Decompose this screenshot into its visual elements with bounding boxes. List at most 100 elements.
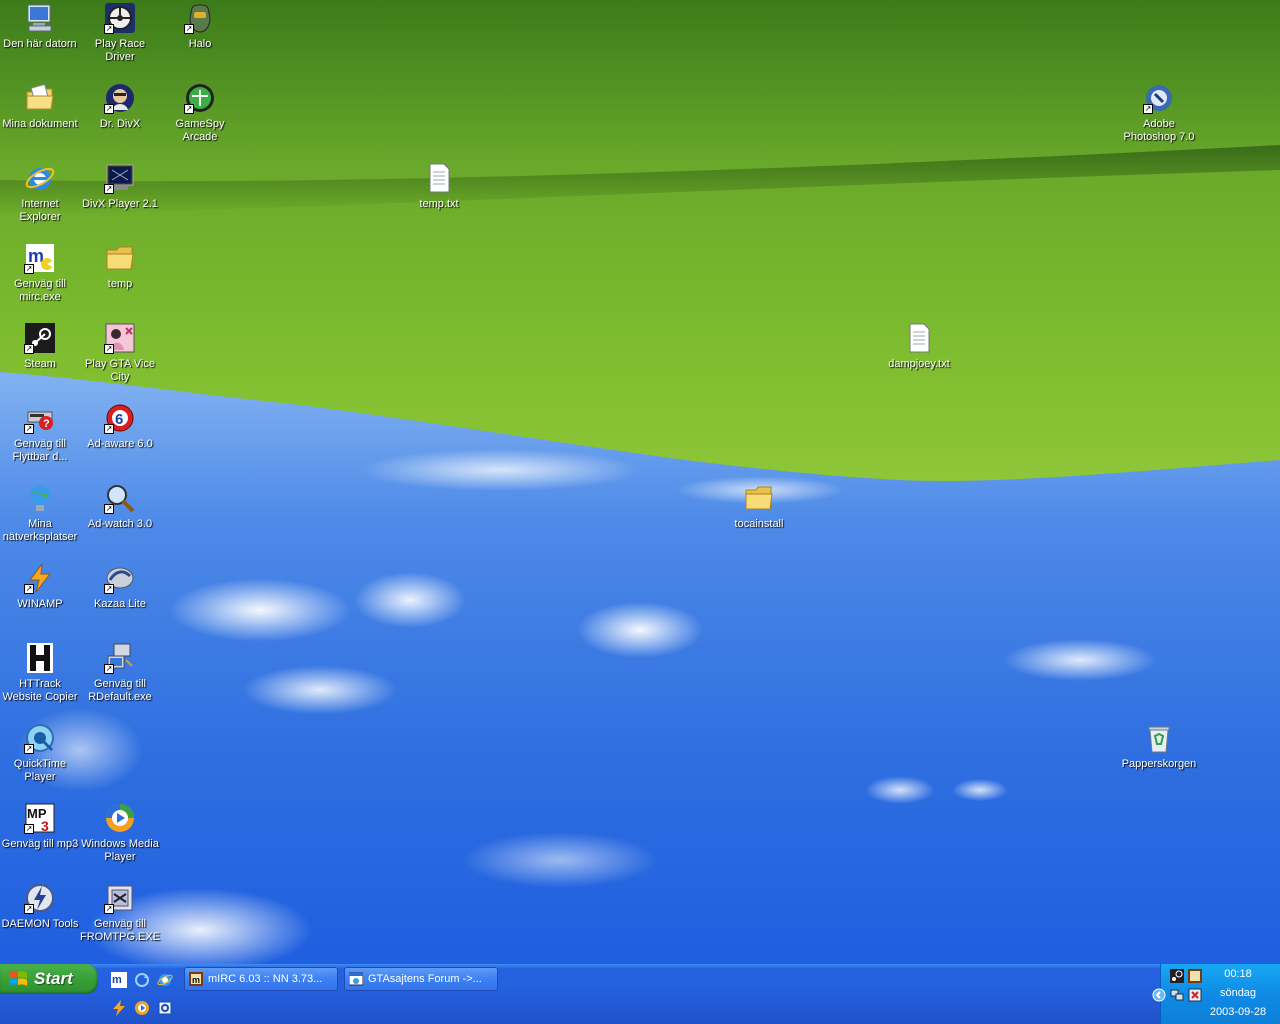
shortcut-arrow-icon: ↗ bbox=[104, 24, 114, 34]
daemon-tools-icon: ↗ bbox=[24, 882, 56, 914]
start-button[interactable]: Start bbox=[0, 964, 98, 994]
desktop-icon-label: Adobe Photoshop 7.0 bbox=[1123, 118, 1195, 143]
desktop-icon-label: dampjoey.txt bbox=[888, 358, 950, 370]
shortcut-arrow-icon: ↗ bbox=[104, 584, 114, 594]
divx-player-shortcut[interactable]: ↗ DivX Player 2.1 bbox=[80, 162, 160, 211]
quick-launch-refresh[interactable] bbox=[133, 971, 151, 989]
desktop-icon-label: DivX Player 2.1 bbox=[82, 198, 158, 210]
desktop-icon-label: QuickTime Player bbox=[13, 758, 67, 783]
svg-text:6: 6 bbox=[115, 411, 123, 428]
tocainstall-folder[interactable]: tocainstall bbox=[719, 482, 799, 531]
desktop-icon-label: Mina dokument bbox=[2, 118, 78, 130]
gamespy-shortcut[interactable]: ↗ GameSpy Arcade bbox=[160, 82, 240, 144]
shortcut-arrow-icon: ↗ bbox=[104, 904, 114, 914]
gta-vice-city-shortcut[interactable]: ↗ Play GTA Vice City bbox=[80, 322, 160, 384]
wallpaper-hill bbox=[0, 0, 1280, 481]
race-driver-shortcut[interactable]: ↗ Play Race Driver bbox=[80, 2, 160, 64]
desktop-icon-label: Genväg till FROMTPG.EXE bbox=[80, 918, 161, 943]
desktop-icon-label: Ad-aware 6.0 bbox=[87, 438, 153, 450]
start-label: Start bbox=[34, 969, 73, 988]
steam-shortcut[interactable]: ↗ Steam bbox=[0, 322, 80, 371]
quick-launch-mirc[interactable]: m bbox=[110, 971, 128, 989]
desktop-icon-label: Internet Explorer bbox=[19, 198, 61, 223]
text-file-icon bbox=[423, 162, 455, 194]
shortcut-arrow-icon: ↗ bbox=[24, 424, 34, 434]
shortcut-arrow-icon: ↗ bbox=[24, 584, 34, 594]
daemon-tools-shortcut[interactable]: ↗ DAEMON Tools bbox=[0, 882, 80, 931]
temp-txt-file[interactable]: temp.txt bbox=[399, 162, 479, 211]
shortcut-arrow-icon: ↗ bbox=[184, 104, 194, 114]
quick-launch-media-player[interactable] bbox=[133, 999, 151, 1017]
kazaa-icon: ↗ bbox=[104, 562, 136, 594]
winamp-shortcut[interactable]: ↗ WINAMP bbox=[0, 562, 80, 611]
quick-launch-internet-explorer[interactable] bbox=[156, 971, 174, 989]
mirc-shortcut[interactable]: m ↗ Genväg till mirc.exe bbox=[0, 242, 80, 304]
folder-icon bbox=[743, 482, 775, 514]
race-driver-icon: ↗ bbox=[104, 2, 136, 34]
clock-day: söndag bbox=[1219, 987, 1257, 999]
media-player-icon bbox=[104, 802, 136, 834]
mp3-shortcut[interactable]: MP 3 ↗ Genväg till mp3 bbox=[0, 802, 80, 851]
halo-shortcut[interactable]: ↗ Halo bbox=[160, 2, 240, 51]
shortcut-arrow-icon: ↗ bbox=[104, 664, 114, 674]
internet-explorer-shortcut[interactable]: Internet Explorer bbox=[0, 162, 80, 224]
clock-date: 2003-09-28 bbox=[1209, 1006, 1267, 1018]
recycle-bin[interactable]: Papperskorgen bbox=[1119, 722, 1199, 771]
media-player-shortcut[interactable]: Windows Media Player bbox=[80, 802, 160, 864]
httrack-shortcut[interactable]: HTTrack Website Copier bbox=[0, 642, 80, 704]
quick-launch-winamp[interactable] bbox=[110, 999, 128, 1017]
network-places-shortcut[interactable]: Mina nätverksplatser bbox=[0, 482, 80, 544]
desktop-icon-label: WINAMP bbox=[17, 598, 63, 610]
svg-text:?: ? bbox=[43, 418, 50, 430]
removable-drive-shortcut[interactable]: ? ↗ Genväg till Flyttbar d... bbox=[0, 402, 80, 464]
internet-explorer-icon bbox=[24, 162, 56, 194]
desktop-icon-label: HTTrack Website Copier bbox=[2, 678, 78, 703]
gamespy-icon: ↗ bbox=[184, 82, 216, 114]
desktop-icon-label: Play GTA Vice City bbox=[85, 358, 155, 383]
shortcut-arrow-icon: ↗ bbox=[24, 904, 34, 914]
shortcut-arrow-icon: ↗ bbox=[104, 344, 114, 354]
ad-aware-icon: 6 ↗ bbox=[104, 402, 136, 434]
my-documents-shortcut[interactable]: Mina dokument bbox=[0, 82, 80, 131]
network-tray-icon[interactable] bbox=[1170, 988, 1184, 1002]
gta-vice-city-icon: ↗ bbox=[104, 322, 136, 354]
desktop-icon-label: Genväg till mirc.exe bbox=[14, 278, 66, 303]
temp-folder[interactable]: temp bbox=[80, 242, 160, 291]
quick-launch-outlook[interactable] bbox=[156, 999, 174, 1017]
svg-text:m: m bbox=[192, 975, 200, 985]
show-hidden-icons-chevron-icon[interactable] bbox=[1152, 988, 1166, 1002]
task-gtasajtens-forum[interactable]: GTAsajtens Forum ->... bbox=[344, 967, 498, 991]
network-places-icon bbox=[24, 482, 56, 514]
desktop-icon-label: Genväg till Flyttbar d... bbox=[12, 438, 68, 463]
clock-time: 00:18 bbox=[1224, 968, 1252, 980]
shortcut-arrow-icon: ↗ bbox=[24, 824, 34, 834]
rdefault-shortcut[interactable]: ↗ Genväg till RDefault.exe bbox=[80, 642, 160, 704]
internet-explorer-icon bbox=[157, 974, 173, 986]
quicktime-shortcut[interactable]: ↗ QuickTime Player bbox=[0, 722, 80, 784]
svg-text:3: 3 bbox=[41, 818, 49, 834]
desktop-icon-label: Play Race Driver bbox=[94, 38, 146, 63]
shortcut-arrow-icon: ↗ bbox=[184, 24, 194, 34]
task-mirc[interactable]: m mIRC 6.03 :: NN 3.73... bbox=[184, 967, 338, 991]
refresh-icon bbox=[135, 973, 149, 987]
desktop-icon-label: Windows Media Player bbox=[81, 838, 159, 863]
winamp-icon: ↗ bbox=[24, 562, 56, 594]
my-computer-icon bbox=[24, 2, 56, 34]
ad-aware-shortcut[interactable]: 6 ↗ Ad-aware 6.0 bbox=[80, 402, 160, 451]
dampjoey-txt-file[interactable]: dampjoey.txt bbox=[879, 322, 959, 371]
desktop-icon-label: Ad-watch 3.0 bbox=[87, 518, 153, 530]
desktop[interactable]: Den här datorn Mina dokument Internet Ex… bbox=[0, 0, 1280, 964]
desktop-icon-label: tocainstall bbox=[734, 518, 784, 530]
steam-tray-icon[interactable] bbox=[1170, 969, 1184, 983]
fromtpg-shortcut[interactable]: ↗ Genväg till FROMTPG.EXE bbox=[80, 882, 160, 944]
ad-watch-shortcut[interactable]: ↗ Ad-watch 3.0 bbox=[80, 482, 160, 531]
dr-divx-shortcut[interactable]: ↗ Dr. DivX bbox=[80, 82, 160, 131]
httrack-icon bbox=[24, 642, 56, 674]
media-player-icon bbox=[135, 1001, 149, 1015]
desktop-icon-label: Mina nätverksplatser bbox=[2, 518, 78, 543]
shortcut-arrow-icon: ↗ bbox=[104, 104, 114, 114]
photoshop-shortcut[interactable]: ↗ Adobe Photoshop 7.0 bbox=[1119, 82, 1199, 144]
my-computer-shortcut[interactable]: Den här datorn bbox=[0, 2, 80, 51]
desktop-icon-label: Halo bbox=[188, 38, 212, 50]
kazaa-shortcut[interactable]: ↗ Kazaa Lite bbox=[80, 562, 160, 611]
